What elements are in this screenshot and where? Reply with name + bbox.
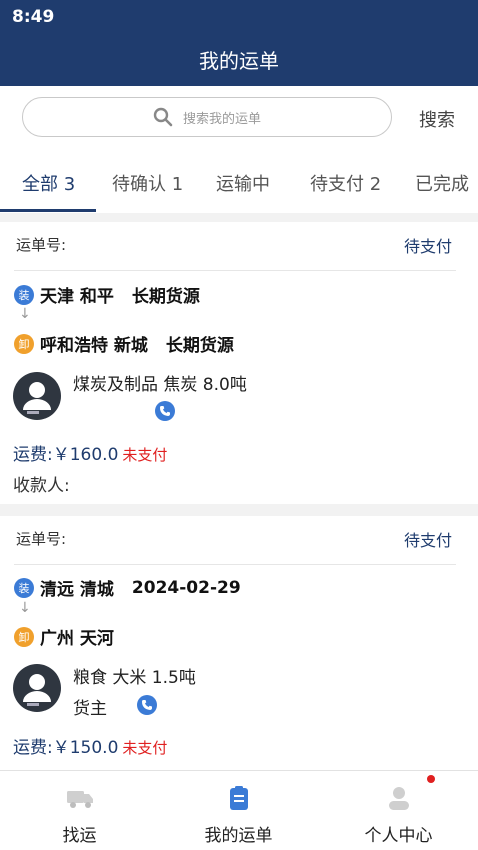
fee-label: 运费: [13,738,53,758]
unload-location: 卸 广州 天河 [14,624,114,649]
unload-place: 广州 天河 [40,629,114,649]
bottom-nav: 找运 我的运单 个人中心 [0,770,478,850]
app-header: 8:49 我的运单 [0,0,478,86]
tab-all[interactable]: 全部 3 [22,170,75,196]
fee-label: 运费: [13,445,53,465]
load-location: 装 天津 和平 长期货源 [14,282,200,307]
order-card[interactable]: 运单号: 待支付 装 清远 清城 2024-02-29 ↓ 卸 广州 天河 粮食… [0,516,478,770]
load-badge: 装 [14,284,34,305]
unload-badge: 卸 [14,333,34,354]
order-card[interactable]: 运单号: 待支付 装 天津 和平 长期货源 ↓ 卸 呼和浩特 新城 长期货源 煤… [0,222,478,504]
search-button[interactable]: 搜索 [419,106,455,132]
fee-status: 未支付 [122,739,168,757]
unload-extra: 长期货源 [165,336,234,356]
nav-label: 个人中心 [364,826,433,846]
waybill-label: 运单号: [16,236,67,254]
cargo-info: 煤炭及制品 焦炭 8.0吨 [73,375,247,395]
freight-fee: 运费:￥160.0 未支付 [13,440,167,465]
phone-icon[interactable] [155,401,175,421]
cargo-info: 粮食 大米 1.5吨 [73,668,196,688]
order-card-header: 运单号: 待支付 [14,516,456,565]
payee-label: 收款人: [13,476,70,496]
order-card-header: 运单号: 待支付 [14,222,456,271]
search-icon [153,107,173,127]
status-time: 8:49 [12,7,55,27]
avatar [13,664,61,712]
search-placeholder: 搜索我的运单 [182,111,261,127]
truck-icon [66,791,93,808]
search-bar: 搜索我的运单 搜索 [0,86,478,150]
load-place: 清远 清城 [40,580,114,600]
owner-label: 货主 [73,699,107,719]
filter-tabs: 全部 3 待确认 1 运输中 待支付 2 已完成 [0,150,478,213]
tab-pending-confirm[interactable]: 待确认 1 [112,170,183,196]
phone-icon[interactable] [137,695,157,715]
load-extra: 长期货源 [131,287,200,307]
clipboard-icon [229,786,248,810]
tab-completed[interactable]: 已完成 [415,170,469,196]
user-icon [388,787,409,810]
nav-find-shipment[interactable]: 找运 [0,771,159,850]
order-status: 待支付 [403,531,452,550]
nav-my-orders[interactable]: 我的运单 [159,771,318,850]
page-title: 我的运单 [199,49,279,73]
avatar [13,372,61,420]
search-input[interactable]: 搜索我的运单 [22,97,392,137]
nav-label: 我的运单 [204,826,273,846]
load-date: 2024-02-29 [131,577,241,598]
fee-status: 未支付 [122,446,168,464]
load-badge: 装 [14,577,34,598]
avatar-person-icon [23,674,51,706]
route-arrow: ↓ [19,600,31,616]
notification-dot [427,775,435,783]
freight-fee: 运费:￥150.0 未支付 [13,733,167,758]
fee-amount: ￥160.0 [52,445,119,465]
unload-location: 卸 呼和浩特 新城 长期货源 [14,331,234,356]
avatar-person-icon [23,382,51,414]
load-location: 装 清远 清城 2024-02-29 [14,575,241,600]
load-place: 天津 和平 [40,287,114,307]
tab-pending-payment[interactable]: 待支付 2 [310,170,381,196]
order-status: 待支付 [403,237,452,256]
nav-label: 找运 [62,826,97,846]
route-arrow: ↓ [19,306,31,322]
tab-active-indicator [0,209,96,212]
fee-amount: ￥150.0 [52,738,119,758]
waybill-label: 运单号: [16,530,67,548]
nav-profile[interactable]: 个人中心 [319,771,478,850]
unload-place: 呼和浩特 新城 [40,336,148,356]
unload-badge: 卸 [14,626,34,647]
tab-in-transit[interactable]: 运输中 [216,170,270,196]
